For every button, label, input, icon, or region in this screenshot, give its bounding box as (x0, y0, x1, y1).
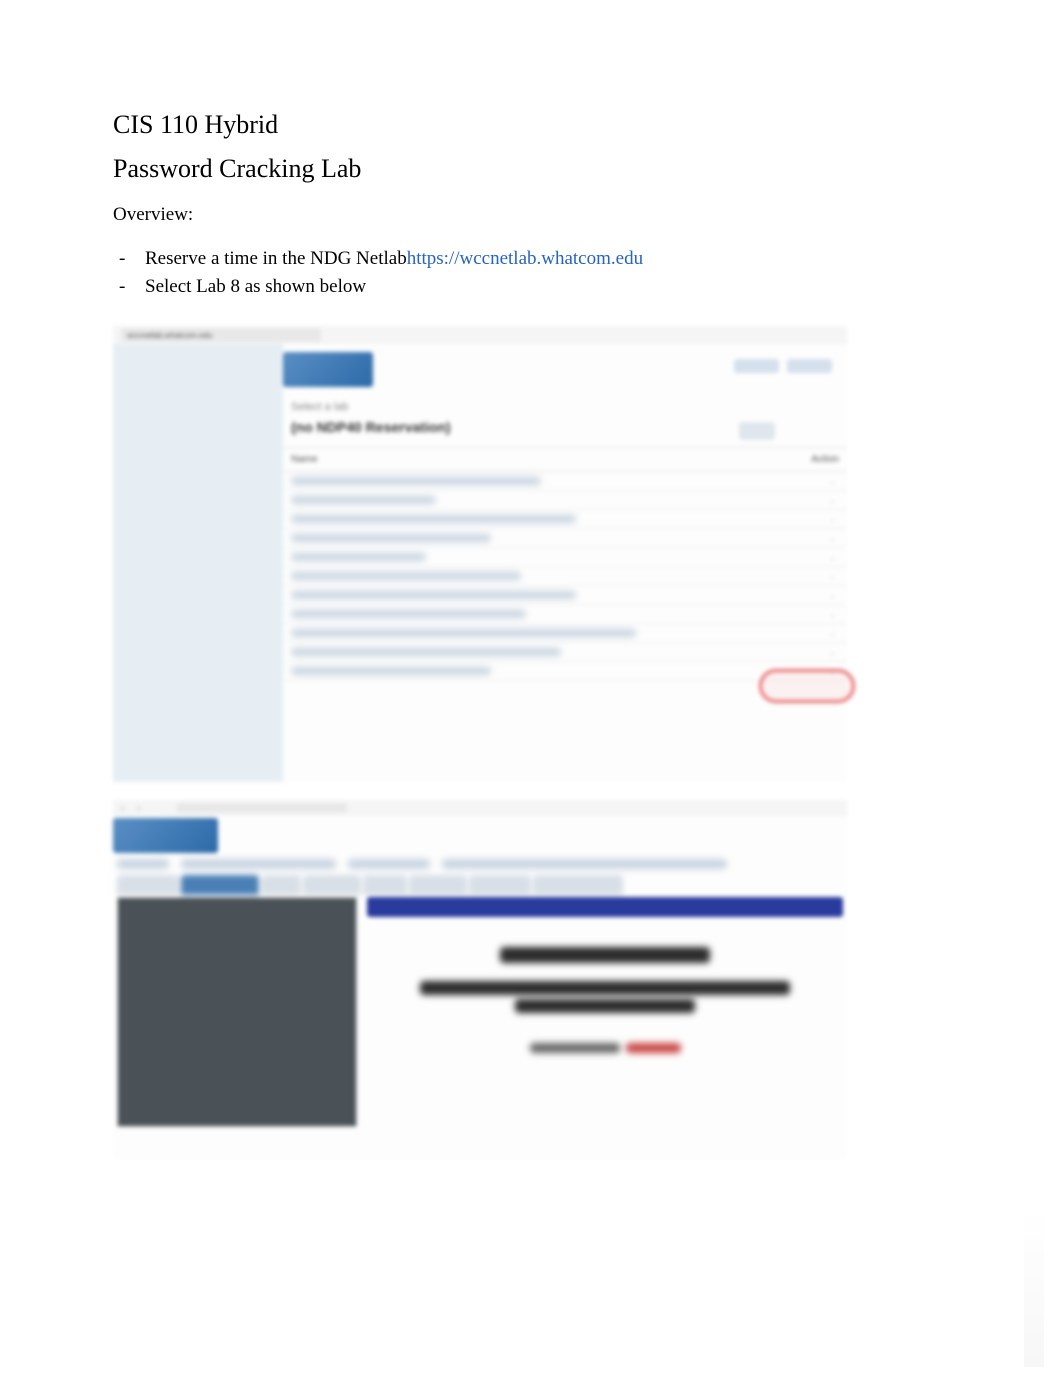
lab-row: › (283, 624, 847, 643)
netlab-link[interactable]: https://wccnetlab.whatcom.edu (407, 248, 643, 269)
lab-name (291, 496, 436, 504)
info-bar (367, 897, 843, 917)
vm-tab (181, 875, 259, 895)
column-action: Action (789, 454, 839, 465)
chevron-right-icon: › (831, 478, 837, 484)
netlab-main: Select a lab (no NDP40 Reservation) Name… (283, 344, 847, 782)
lab-row: › (283, 548, 847, 567)
chevron-right-icon: › (831, 573, 837, 579)
vm-tab (409, 875, 467, 895)
netlab-logo (283, 352, 373, 387)
instruction-text: Reserve a time in the NDG Netlabhttps://… (145, 248, 643, 270)
chevron-right-icon: › (831, 535, 837, 541)
topology-panel (117, 897, 357, 1127)
lab-list: ››››››››››› (283, 472, 847, 681)
lab-row: › (283, 529, 847, 548)
lab-row: › (283, 510, 847, 529)
vm-tab (469, 875, 531, 895)
lab-name (291, 629, 636, 637)
lab-table-header: Name Action (283, 447, 847, 472)
breadcrumb-item (348, 859, 430, 869)
header-item (787, 359, 832, 373)
vm-tab (533, 875, 623, 895)
chevron-right-icon: › (831, 554, 837, 560)
breadcrumb-item (117, 859, 169, 869)
lab-heading-line2 (515, 999, 695, 1013)
vm-tab (261, 875, 301, 895)
lab-name (291, 534, 491, 542)
browser-toolbar: ‹ › (113, 800, 847, 816)
browser-toolbar: wccnetlab.whatcom.edu (113, 326, 847, 344)
lab-content (113, 895, 847, 1129)
lab-heading-line1 (420, 981, 790, 995)
lab-name (291, 648, 561, 656)
column-name: Name (291, 454, 789, 465)
breadcrumb-item (442, 859, 727, 869)
document-page: CIS 110 Hybrid Password Cracking Lab Ove… (0, 0, 1062, 1160)
course-title: CIS 110 Hybrid (113, 110, 952, 140)
instruction-list: - Reserve a time in the NDG Netlabhttps:… (119, 248, 952, 298)
instruction-item: - Select Lab 8 as shown below (119, 276, 952, 298)
lab-name (291, 477, 541, 485)
vm-tabs (113, 875, 847, 895)
doc-version-row (367, 1043, 843, 1053)
url-bar: wccnetlab.whatcom.edu (121, 328, 321, 342)
url-text: wccnetlab.whatcom.edu (127, 331, 212, 340)
lab-name (291, 515, 576, 523)
highlight-oval (759, 669, 855, 703)
lab-title: Password Cracking Lab (113, 154, 952, 184)
netlab-sidebar (113, 344, 283, 782)
doc-version-value (626, 1043, 681, 1053)
header-item (734, 359, 779, 373)
chevron-right-icon: › (831, 516, 837, 522)
vm-tab (117, 875, 179, 895)
lab-row: › (283, 586, 847, 605)
lab-row: › (283, 605, 847, 624)
chevron-right-icon: › (831, 592, 837, 598)
bullet-dash: - (119, 248, 145, 270)
netlab-body: Select a lab (no NDP40 Reservation) Name… (113, 344, 847, 782)
chevron-right-icon: › (831, 611, 837, 617)
vm-tab (303, 875, 361, 895)
next-button (739, 422, 775, 440)
section-label: Select a lab (291, 401, 847, 413)
url-bar (177, 803, 347, 813)
lab-name (291, 572, 521, 580)
breadcrumb (113, 853, 847, 875)
lab-name (291, 667, 491, 675)
lab-info-panel (367, 897, 843, 1127)
lab-name (291, 553, 426, 561)
lab-row: › (283, 472, 847, 491)
instruction-text: Select Lab 8 as shown below (145, 276, 366, 298)
chevron-right-icon: › (831, 649, 837, 655)
lab-name (291, 591, 576, 599)
doc-version-label (530, 1043, 620, 1053)
breadcrumb-item (181, 859, 336, 869)
netlab-screenshot-1: wccnetlab.whatcom.edu Select a lab (no N… (113, 326, 847, 782)
chevron-right-icon: › (831, 630, 837, 636)
page-edge-shadow (1024, 1207, 1044, 1367)
bullet-dash: - (119, 276, 145, 298)
overview-heading: Overview: (113, 204, 952, 226)
header-controls (734, 359, 832, 373)
lab-name (291, 610, 526, 618)
lab-row: › (283, 567, 847, 586)
netlab-screenshot-2: ‹ › (113, 800, 847, 1160)
chevron-right-icon: › (831, 497, 837, 503)
forward-icon: › (137, 803, 147, 813)
netlab-logo (113, 818, 218, 853)
instruction-item: - Reserve a time in the NDG Netlabhttps:… (119, 248, 952, 270)
lab-row: › (283, 643, 847, 662)
lab-row: › (283, 491, 847, 510)
vm-tab (363, 875, 407, 895)
series-heading (500, 947, 710, 963)
back-icon: ‹ (121, 803, 131, 813)
